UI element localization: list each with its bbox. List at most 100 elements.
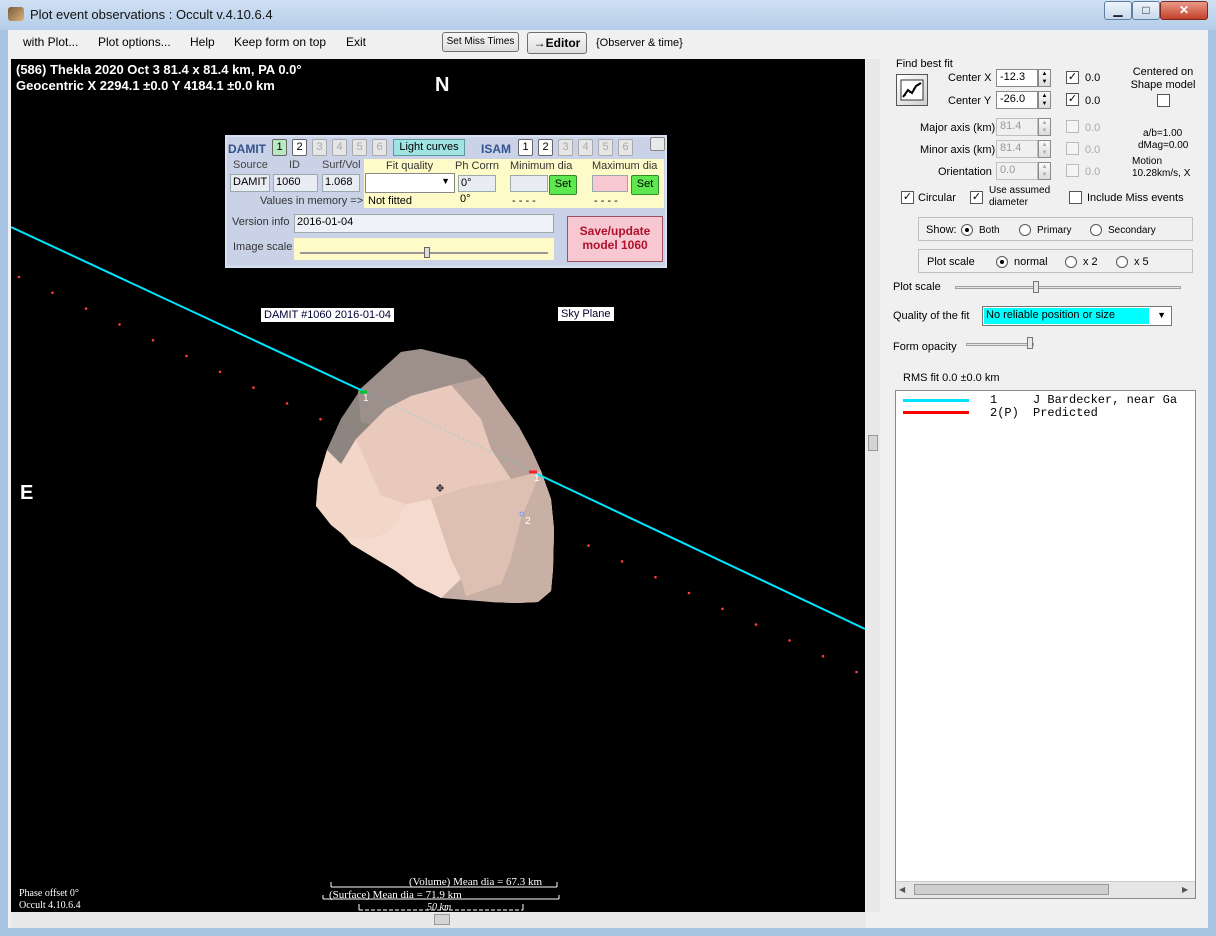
center-y-fix-checkbox[interactable]: ✓ — [1066, 93, 1079, 106]
major-axis-fix-checkbox[interactable] — [1066, 120, 1079, 133]
scroll-right-icon[interactable]: ▶ — [1182, 885, 1188, 894]
menu-with-plot[interactable]: with Plot... — [23, 35, 78, 49]
damit-model-3-button[interactable]: 3 — [312, 139, 327, 156]
memory-min-value: - - - - — [512, 195, 536, 207]
surfvol-value: 1.068 — [322, 174, 360, 192]
damit-model-5-button[interactable]: 5 — [352, 139, 367, 156]
observer-listbox[interactable]: 1 J Bardecker, near Ga 2(P) Predicted ◀ … — [895, 390, 1196, 899]
find-best-fit-button[interactable] — [896, 74, 928, 106]
damit-model-1-button[interactable]: 1 — [272, 139, 287, 156]
minimize-button[interactable]: ▁ — [1104, 1, 1132, 20]
plot-scale-slider-thumb[interactable] — [1033, 281, 1039, 293]
maximize-button[interactable]: □ — [1132, 1, 1160, 20]
center-y-input[interactable]: -26.0 — [996, 91, 1038, 109]
plot-scale-slider[interactable] — [955, 286, 1181, 289]
collapse-panel-button[interactable] — [650, 137, 665, 151]
show-both-radio[interactable] — [961, 224, 973, 236]
orientation-input[interactable]: 0.0 — [996, 162, 1038, 180]
scale-x2-label: x 2 — [1083, 256, 1098, 268]
damit-model-6-button[interactable]: 6 — [372, 139, 387, 156]
minor-axis-fix-checkbox[interactable] — [1066, 142, 1079, 155]
minor-axis-label: Minor axis (km) — [920, 144, 996, 156]
close-button[interactable]: ✕ — [1160, 1, 1208, 20]
isam-model-1-button[interactable]: 1 — [518, 139, 533, 156]
find-best-fit-label: Find best fit — [896, 58, 953, 70]
isam-model-2-button[interactable]: 2 — [538, 139, 553, 156]
center-y-spinner[interactable]: ▲ ▼ — [1038, 91, 1051, 109]
memory-max-value: - - - - — [594, 195, 618, 207]
menu-plot-options[interactable]: Plot options... — [98, 35, 171, 49]
major-axis-input[interactable]: 81.4 — [996, 118, 1038, 136]
title-bar[interactable]: Plot event observations : Occult v.4.10.… — [0, 0, 1216, 30]
editor-button[interactable]: →Editor — [527, 32, 587, 54]
not-fitted-label: Not fitted — [368, 195, 413, 207]
image-scale-thumb[interactable] — [424, 247, 430, 258]
scale-bar-label: 50 km — [427, 902, 452, 912]
scroll-left-icon[interactable]: ◀ — [899, 885, 905, 894]
major-axis-spinner[interactable]: ▲ ▼ — [1038, 118, 1051, 136]
show-primary-radio[interactable] — [1019, 224, 1031, 236]
dmag-value: dMag=0.00 — [1138, 140, 1189, 151]
quality-of-fit-dropdown[interactable]: No reliable position or size ▼ — [982, 306, 1172, 326]
plot-header-line1: (586) Thekla 2020 Oct 3 81.4 x 81.4 km, … — [16, 62, 302, 77]
show-secondary-radio[interactable] — [1090, 224, 1102, 236]
scale-x5-radio[interactable] — [1116, 256, 1128, 268]
centered-on-shape-checkbox[interactable] — [1157, 94, 1170, 107]
isam-title: ISAM — [481, 142, 511, 156]
menu-exit[interactable]: Exit — [346, 35, 366, 49]
form-opacity-slider-thumb[interactable] — [1027, 337, 1033, 349]
set-max-dia-button[interactable]: Set — [631, 175, 659, 195]
save-update-model-button[interactable]: Save/update model 1060 — [567, 216, 663, 262]
isam-model-6-button[interactable]: 6 — [618, 139, 633, 156]
circular-label: Circular — [918, 192, 956, 204]
image-scale-label: Image scale — [233, 241, 293, 253]
set-miss-times-button[interactable]: Set Miss Times — [442, 32, 519, 52]
light-curves-button[interactable]: Light curves — [393, 139, 465, 156]
min-dia-field[interactable] — [510, 175, 548, 192]
minor-axis-input[interactable]: 81.4 — [996, 140, 1038, 158]
predicted-dot — [687, 591, 691, 595]
vertical-scrollbar[interactable] — [866, 59, 880, 912]
center-x-fix-checkbox[interactable]: ✓ — [1066, 71, 1079, 84]
image-scale-slider[interactable] — [294, 238, 554, 260]
set-min-dia-button[interactable]: Set — [549, 175, 577, 195]
observer-2-name[interactable]: Predicted — [1033, 406, 1098, 420]
horizontal-scrollbar[interactable] — [11, 912, 866, 928]
predicted-dot — [218, 370, 222, 374]
minor-axis-spinner[interactable]: ▲ ▼ — [1038, 140, 1051, 158]
version-info-field[interactable]: 2016-01-04 — [294, 214, 554, 233]
isam-model-4-button[interactable]: 4 — [578, 139, 593, 156]
major-axis-fixed-value: 0.0 — [1085, 122, 1101, 134]
ph-corrn-field[interactable]: 0° — [458, 175, 496, 192]
observer-1-name[interactable]: J Bardecker, near Ga — [1033, 393, 1177, 407]
vertical-scroll-thumb[interactable] — [868, 435, 878, 451]
use-assumed-diameter-checkbox[interactable]: ✓ — [970, 191, 983, 204]
source-value: DAMIT — [230, 174, 270, 192]
isam-model-5-button[interactable]: 5 — [598, 139, 613, 156]
use-assumed-diameter-label: Use assumed diameter — [989, 185, 1051, 208]
scale-x2-radio[interactable] — [1065, 256, 1077, 268]
center-x-spinner[interactable]: ▲ ▼ — [1038, 69, 1051, 87]
orientation-spinner[interactable]: ▲ ▼ — [1038, 162, 1051, 180]
fit-quality-dropdown[interactable]: ▼ — [365, 173, 455, 193]
circular-checkbox[interactable]: ✓ — [901, 191, 914, 204]
form-opacity-slider[interactable] — [966, 343, 1034, 346]
listbox-horizontal-scrollbar[interactable]: ◀ ▶ — [896, 881, 1195, 898]
source-header: Source — [233, 159, 268, 171]
horizontal-scroll-thumb[interactable] — [434, 914, 450, 925]
sky-plane-label: Sky Plane — [558, 307, 614, 321]
menu-keep-on-top[interactable]: Keep form on top — [234, 35, 326, 49]
center-x-input[interactable]: -12.3 — [996, 69, 1038, 87]
damit-model-4-button[interactable]: 4 — [332, 139, 347, 156]
predicted-dot — [285, 402, 289, 405]
observer-1-number: 1 — [990, 393, 998, 407]
max-dia-field[interactable] — [592, 175, 628, 192]
include-miss-checkbox[interactable] — [1069, 191, 1082, 204]
damit-model-label: DAMIT #1060 2016-01-04 — [261, 308, 394, 322]
scale-normal-radio[interactable] — [996, 256, 1008, 268]
isam-model-3-button[interactable]: 3 — [558, 139, 573, 156]
listbox-scroll-thumb[interactable] — [914, 884, 1109, 895]
orientation-fix-checkbox[interactable] — [1066, 164, 1079, 177]
menu-help[interactable]: Help — [190, 35, 215, 49]
damit-model-2-button[interactable]: 2 — [292, 139, 307, 156]
